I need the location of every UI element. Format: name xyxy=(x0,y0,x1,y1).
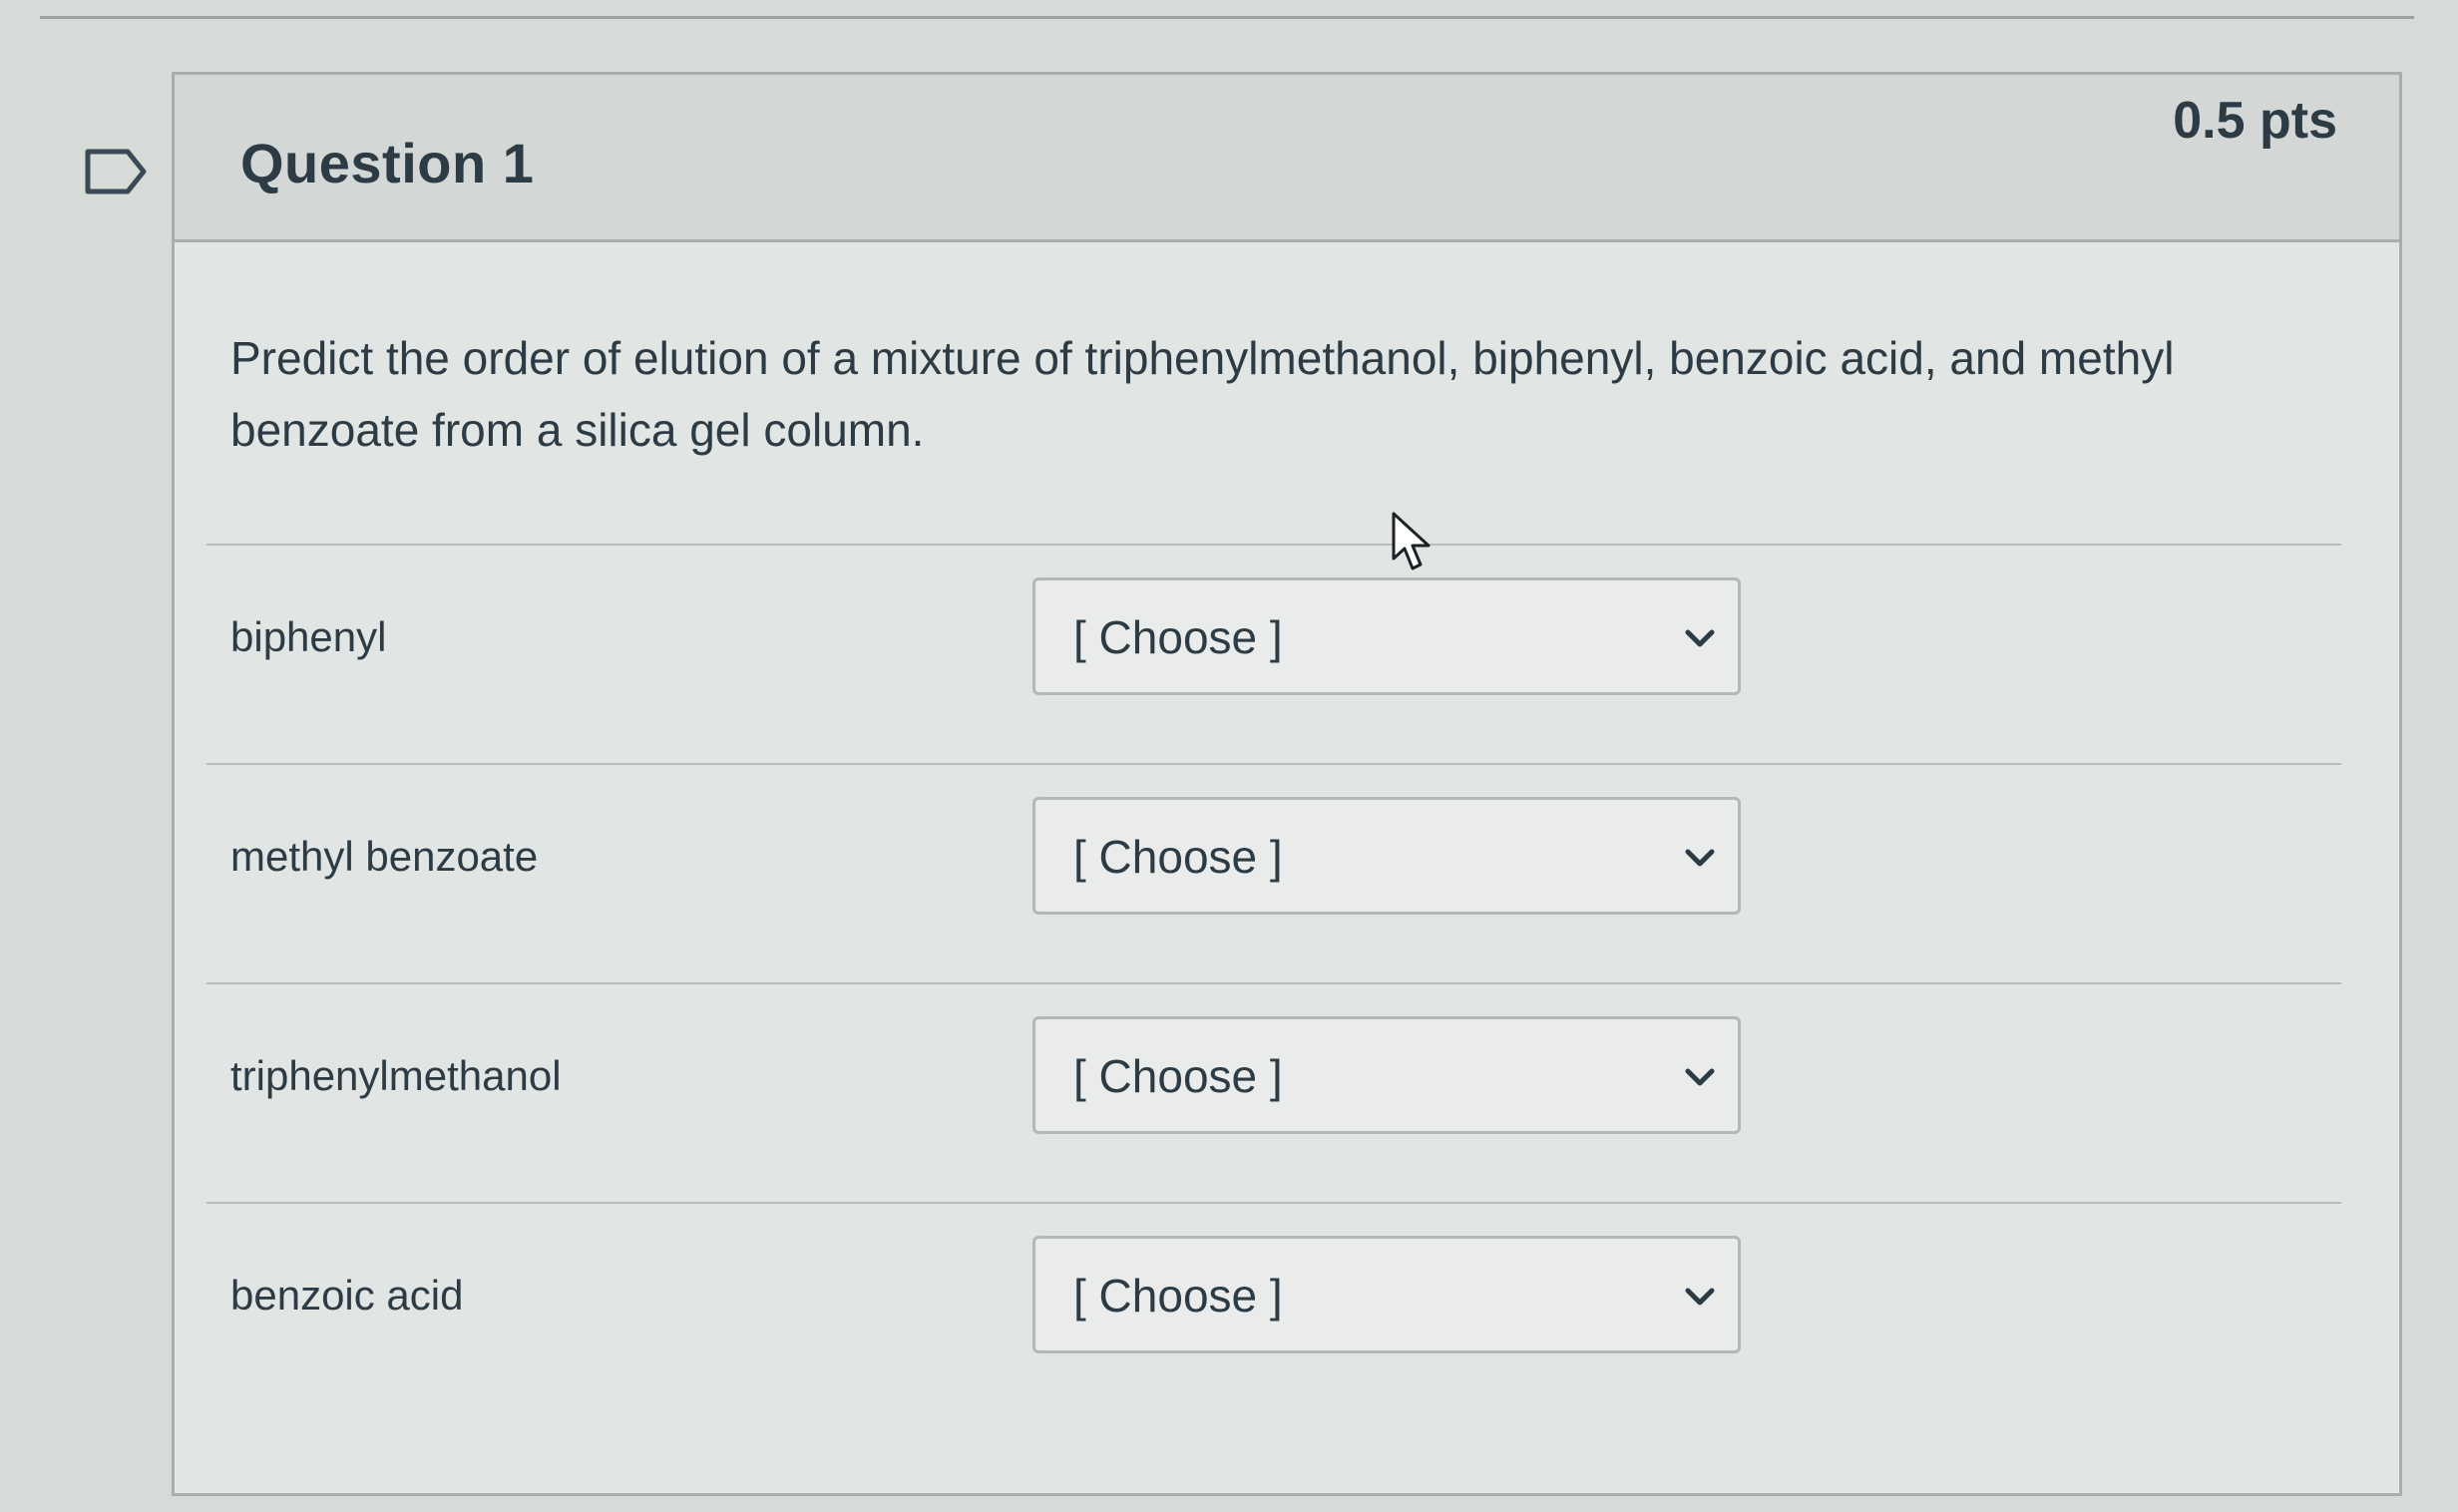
answer-select-triphenylmethanol[interactable]: [ Choose ] xyxy=(1032,1016,1741,1134)
question-header: Question 1 0.5 pts xyxy=(175,75,2399,242)
question-card: Question 1 0.5 pts Predict the order of … xyxy=(172,72,2402,1496)
answer-label-benzoic-acid: benzoic acid xyxy=(230,1272,464,1319)
question-title: Question 1 xyxy=(240,132,535,194)
mouse-pointer-icon xyxy=(1392,512,1431,570)
select-value: [ Choose ] xyxy=(1073,1270,1283,1322)
question-prompt: Predict the order of elution of a mixtur… xyxy=(230,332,2175,456)
chevron-down-icon xyxy=(1685,1068,1715,1086)
answer-select-biphenyl[interactable]: [ Choose ] xyxy=(1032,577,1741,695)
chevron-down-icon xyxy=(1685,1288,1715,1306)
select-value: [ Choose ] xyxy=(1073,611,1283,663)
answer-label-triphenylmethanol: triphenylmethanol xyxy=(230,1052,562,1099)
answer-label-methyl-benzoate: methyl benzoate xyxy=(230,833,539,880)
row-divider xyxy=(206,763,2341,765)
top-divider xyxy=(40,16,2414,19)
answer-select-methyl-benzoate[interactable]: [ Choose ] xyxy=(1032,797,1741,915)
flag-question-icon[interactable] xyxy=(84,148,148,195)
row-divider xyxy=(206,544,2341,546)
select-value: [ Choose ] xyxy=(1073,1050,1283,1102)
answer-select-benzoic-acid[interactable]: [ Choose ] xyxy=(1032,1236,1741,1353)
question-points: 0.5 pts xyxy=(2173,92,2337,150)
row-divider xyxy=(206,1202,2341,1204)
answer-label-biphenyl: biphenyl xyxy=(230,613,387,660)
row-divider xyxy=(206,982,2341,984)
chevron-down-icon xyxy=(1685,849,1715,867)
select-value: [ Choose ] xyxy=(1073,831,1283,883)
chevron-down-icon xyxy=(1685,629,1715,647)
